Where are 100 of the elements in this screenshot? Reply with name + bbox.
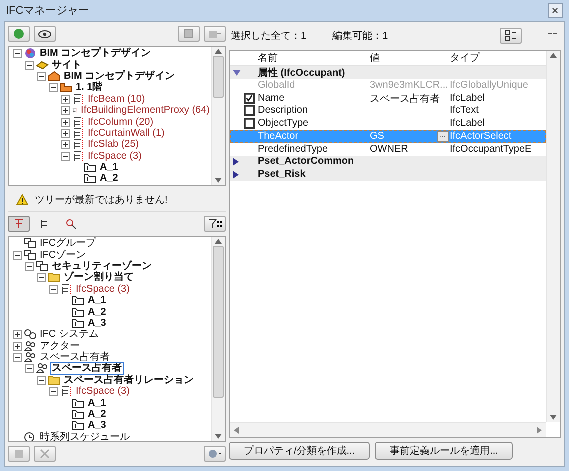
group-icon — [36, 260, 49, 272]
globe-icon — [24, 48, 37, 60]
property-name: ObjectType — [258, 118, 310, 130]
collapse-toggle[interactable] — [49, 387, 58, 396]
tree-item[interactable]: IfcSpace (3) — [75, 284, 131, 295]
expand-toggle[interactable] — [61, 118, 70, 127]
group-name: Pset_Risk — [258, 169, 307, 180]
tree-item[interactable]: A_3 — [87, 318, 108, 329]
property-type: IfcOccupantTypeE — [450, 144, 533, 155]
class-list-icon — [72, 150, 85, 162]
property-name: Name — [258, 93, 286, 104]
collapse-toggle[interactable] — [49, 284, 58, 294]
property-row[interactable]: Description IfcText — [230, 104, 546, 118]
space-icon — [72, 420, 85, 432]
tree-item[interactable]: A_3 — [87, 420, 108, 432]
close-button[interactable]: ✕ — [548, 3, 563, 18]
expand-arrow-icon[interactable] — [233, 158, 239, 166]
cross-icon — [40, 449, 50, 459]
tree-item[interactable]: セキュリティーゾーン — [51, 260, 153, 272]
property-type: IfcText — [450, 105, 480, 116]
scroll-up-icon[interactable] — [215, 49, 222, 54]
expand-toggle[interactable] — [61, 94, 70, 104]
property-type: IfcLabel — [450, 93, 486, 104]
tree-item[interactable]: スペース占有者 — [39, 352, 111, 364]
scroll-down-icon[interactable] — [215, 178, 222, 183]
property-value: GS — [370, 130, 384, 142]
options-button[interactable] — [204, 446, 226, 462]
collapse-toggle[interactable] — [13, 49, 22, 58]
tree-item[interactable]: 時系列スケジュール — [39, 432, 131, 441]
hierarchy-tab[interactable] — [8, 216, 30, 232]
tree-item[interactable]: IfcSpace (3) — [75, 386, 131, 398]
column-header[interactable]: タイプ — [450, 51, 546, 65]
scrollbar-thumb[interactable] — [213, 56, 224, 98]
collapse-toggle[interactable] — [37, 72, 46, 81]
search-icon — [65, 218, 77, 230]
frame-button[interactable] — [178, 26, 200, 42]
tree-item[interactable]: 1. 1階 — [75, 82, 104, 94]
people-icon — [24, 352, 37, 364]
collapse-arrow-icon[interactable] — [233, 70, 241, 76]
tree-item[interactable]: A_2 — [87, 306, 108, 318]
tree-item[interactable]: IFC システム — [39, 329, 100, 340]
property-row[interactable]: PredefinedType OWNER IfcOccupantTypeE — [230, 142, 546, 156]
collapse-toggle[interactable] — [25, 60, 34, 70]
checkbox[interactable] — [244, 118, 255, 130]
space-icon — [84, 162, 97, 174]
group-icon — [24, 250, 37, 261]
expand-toggle[interactable] — [13, 330, 22, 340]
tree-item[interactable]: IfcSlab (25) — [87, 139, 140, 150]
tree-item[interactable]: A_2 — [87, 409, 108, 420]
collapse-toggle[interactable] — [13, 250, 22, 260]
scroll-down-icon[interactable] — [215, 434, 222, 439]
property-row[interactable]: Name スペース占有者 IfcLabel — [230, 92, 546, 104]
property-type: IfcLabel — [450, 118, 486, 130]
tree-item[interactable]: IFCグループ — [39, 238, 98, 250]
tree-item[interactable]: スペース占有者 — [51, 363, 123, 374]
column-header[interactable]: 名前 — [258, 51, 370, 65]
tree-item[interactable]: アクター — [39, 340, 81, 352]
expand-arrow-icon[interactable] — [233, 170, 239, 179]
expand-toggle[interactable] — [61, 106, 70, 116]
column-header[interactable]: 値 — [370, 51, 450, 65]
collapse-toggle[interactable] — [37, 273, 46, 282]
scroll-up-icon[interactable] — [550, 53, 557, 58]
tree-item[interactable]: IfcSpace (3) — [87, 150, 143, 162]
scroll-down-icon[interactable] — [550, 415, 557, 420]
view-toggle-button[interactable] — [500, 28, 522, 44]
tree-item[interactable]: A_2 — [99, 173, 120, 184]
tree-item[interactable]: A_1 — [87, 295, 108, 306]
scroll-left-icon[interactable] — [234, 426, 239, 434]
property-row[interactable]: ObjectType IfcLabel — [230, 117, 546, 130]
action-button[interactable]: 事前定義ルールを適用... — [375, 442, 514, 460]
tree-item[interactable]: スペース占有者リレーション — [63, 374, 195, 386]
collapse-toggle[interactable] — [49, 83, 58, 92]
collapse-toggle[interactable] — [25, 262, 34, 271]
collapse-toggle[interactable] — [13, 353, 22, 362]
tree-item[interactable]: ゾーン割り当て — [63, 272, 135, 284]
collapse-toggle[interactable] — [61, 152, 70, 161]
tree-item[interactable]: IFCゾーン — [39, 250, 88, 261]
tree-item[interactable]: A_1 — [99, 162, 120, 174]
scrollbar-thumb[interactable] — [213, 246, 224, 398]
tree-item[interactable]: IfcBeam (10) — [87, 94, 146, 105]
tree-item[interactable]: BIM コンセプトデザイン — [63, 70, 176, 82]
tree-item[interactable]: IfcCurtainWall (1) — [87, 128, 166, 139]
group-name: 属性 (IfcOccupant) — [258, 66, 346, 80]
tree-item[interactable]: サイト — [51, 60, 83, 71]
expand-toggle[interactable] — [13, 342, 22, 351]
checkbox[interactable] — [244, 93, 255, 104]
tree-item[interactable]: IfcColumn (20) — [87, 116, 155, 128]
expand-toggle[interactable] — [61, 128, 70, 138]
eye-button[interactable] — [34, 26, 56, 42]
expand-toggle[interactable] — [61, 140, 70, 150]
action-button[interactable]: プロパティ/分類を作成... — [229, 442, 370, 460]
folder-icon — [48, 374, 61, 386]
tree-item[interactable]: IfcBuildingElementProxy (64) — [80, 105, 211, 116]
site-icon — [36, 60, 49, 71]
tree-item[interactable]: A_1 — [87, 398, 108, 409]
filter-button[interactable] — [204, 216, 226, 232]
scroll-right-icon[interactable] — [537, 426, 542, 434]
scroll-up-icon[interactable] — [215, 239, 222, 244]
checkbox[interactable] — [244, 105, 255, 116]
tree-item[interactable]: BIM コンセプトデザイン — [39, 48, 152, 60]
